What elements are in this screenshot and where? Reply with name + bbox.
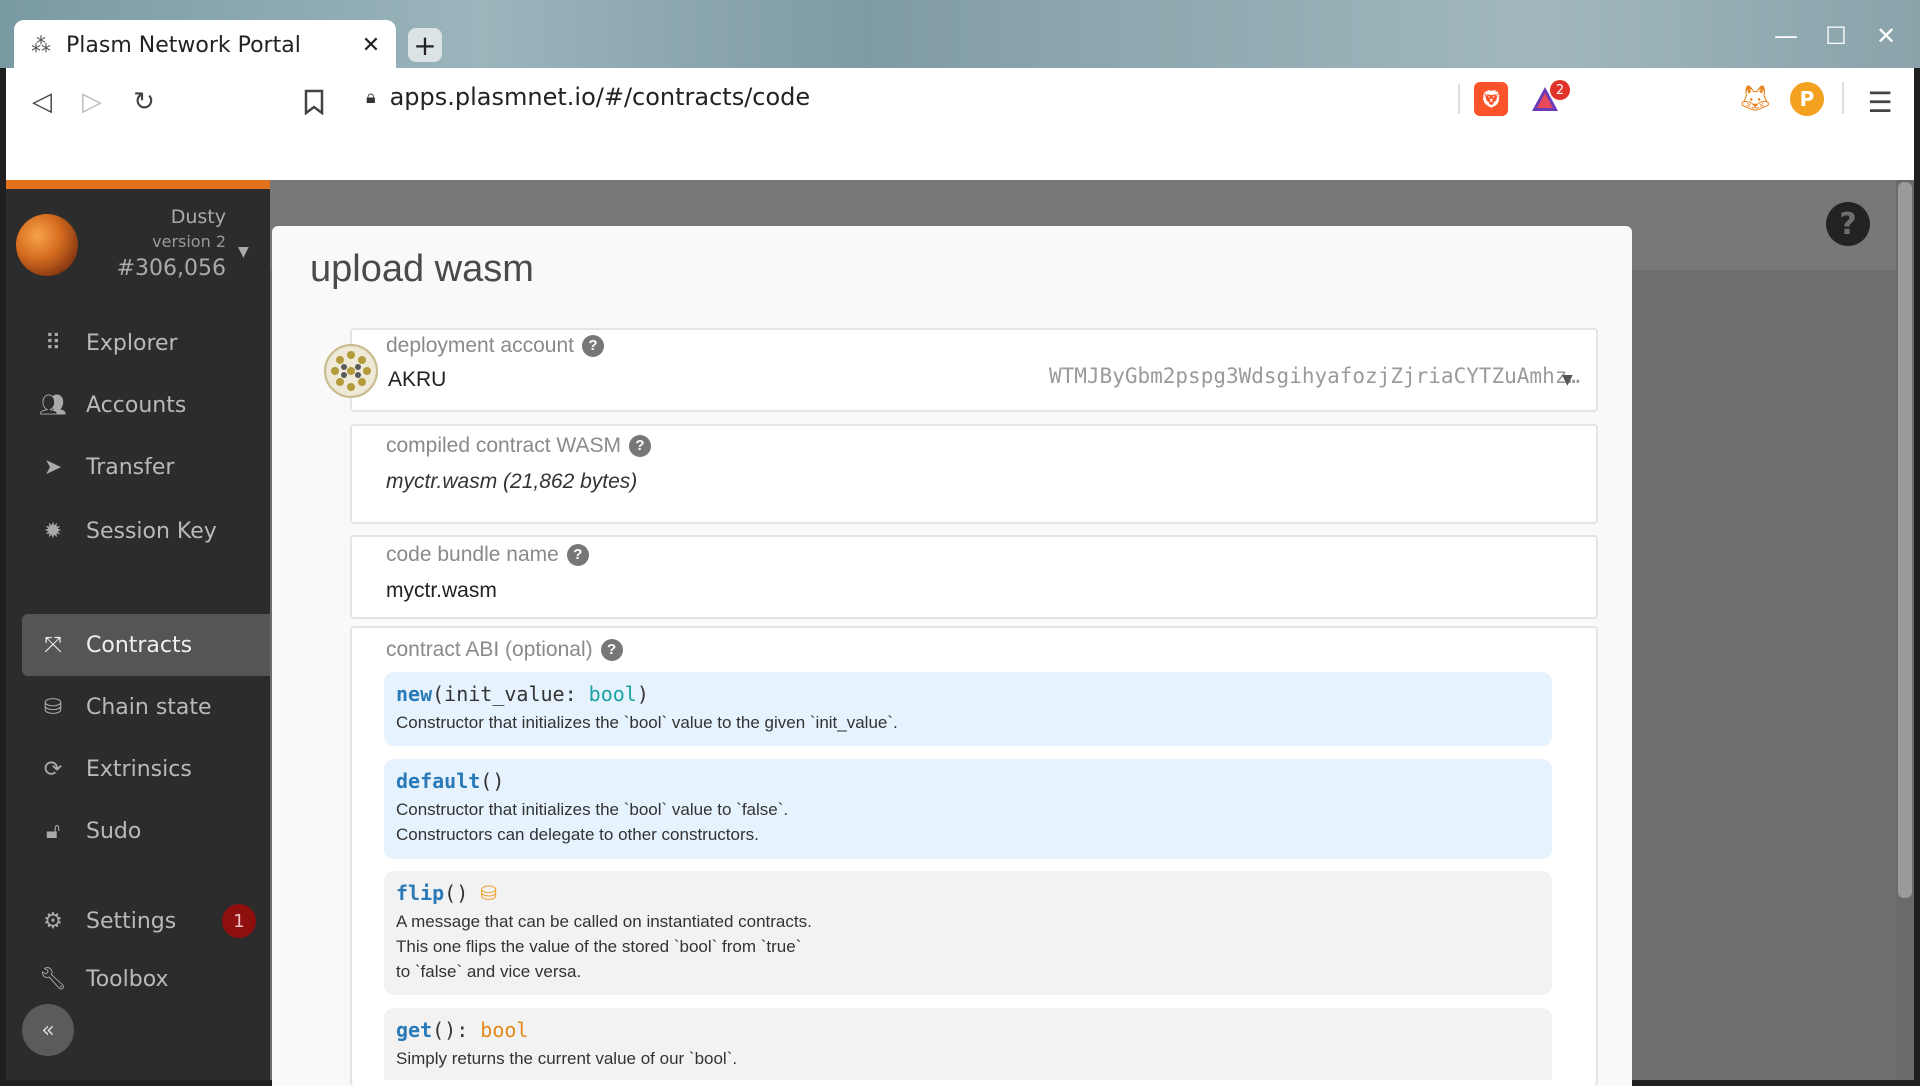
sidebar-item-explorer[interactable]: ⠿ Explorer xyxy=(22,312,270,374)
forward-icon[interactable]: ▷ xyxy=(72,82,112,122)
url-divider xyxy=(1458,84,1460,114)
sidebar-accent-bar xyxy=(6,180,270,189)
modal-title: upload wasm xyxy=(310,248,534,290)
wasm-field-label: compiled contract WASM xyxy=(386,434,621,457)
wasm-file-value: myctr.wasm (21,862 bytes) xyxy=(386,470,638,493)
lock-icon: 🔒︎ xyxy=(366,86,376,108)
help-icon[interactable]: ? xyxy=(1826,202,1870,246)
browser-tab[interactable]: ⁂ Plasm Network Portal ✕ xyxy=(14,20,396,70)
minimize-icon[interactable]: — xyxy=(1766,18,1806,54)
abi-fn-name: default xyxy=(396,769,481,793)
mutating-database-icon: ⛁ xyxy=(480,881,498,905)
deployment-account-label: deployment account xyxy=(386,334,574,357)
sidebar-item-contracts[interactable]: ⤧ Contracts xyxy=(22,614,270,676)
abi-message-get: get(): bool Simply returns the current v… xyxy=(384,1008,1552,1080)
chain-name[interactable]: Dusty xyxy=(171,206,226,228)
sync-icon: ⟳ xyxy=(43,756,63,782)
wrench-icon: 🔧︎ xyxy=(39,967,67,992)
abi-field-label: contract ABI (optional) xyxy=(386,638,593,661)
database-icon: ⛁ xyxy=(43,694,63,720)
back-icon[interactable]: ◁ xyxy=(22,82,62,122)
abi-doc-line: Simply returns the current value of our … xyxy=(396,1049,738,1068)
scrollbar-thumb[interactable] xyxy=(1898,182,1912,898)
abi-constructor-new: new(init_value: bool) Constructor that i… xyxy=(384,672,1552,746)
toolbar-divider xyxy=(1842,82,1844,114)
abi-doc-line: Constructors can delegate to other const… xyxy=(396,825,759,844)
account-address: WTMJByGbm2pspg3WdsgihyafozjZjriaCYTZuAmh… xyxy=(1048,364,1580,388)
abi-fn-name: flip xyxy=(396,881,445,905)
close-window-icon[interactable]: ✕ xyxy=(1866,18,1906,54)
gear-icon: ✹ xyxy=(43,518,63,544)
maximize-icon[interactable]: ☐ xyxy=(1816,18,1856,54)
abi-fn-args: () xyxy=(480,769,505,793)
sidebar-item-sudo[interactable]: 🔓︎ Sudo xyxy=(22,800,270,862)
abi-doc-line: Constructor that initializes the `bool` … xyxy=(396,713,898,732)
send-icon: ➤ xyxy=(43,454,63,480)
settings-notification-badge: 1 xyxy=(222,904,256,938)
brave-shield-icon[interactable]: 🦁︎ xyxy=(1474,82,1508,116)
sidebar-item-chain-state[interactable]: ⛁ Chain state xyxy=(22,676,270,738)
explorer-icon: ⠿ xyxy=(44,330,62,356)
help-circle-icon[interactable]: ? xyxy=(600,638,623,661)
chain-block-number: #306,056 xyxy=(116,256,226,281)
chain-dropdown-icon[interactable]: ▼ xyxy=(238,244,249,260)
polkadot-favicon-icon: ⁂ xyxy=(31,33,51,57)
abi-message-flip: flip() ⛁ A message that can be called on … xyxy=(384,871,1552,995)
code-bundle-name-input[interactable]: code bundle name? myctr.wasm xyxy=(350,535,1598,619)
chain-version: version 2 xyxy=(152,232,226,251)
close-tab-icon[interactable]: ✕ xyxy=(356,30,386,60)
abi-arg-type: bool xyxy=(588,682,637,706)
dropdown-caret-icon[interactable]: ▼ xyxy=(1562,372,1573,388)
sidebar-item-extrinsics[interactable]: ⟳ Extrinsics xyxy=(22,738,270,800)
sidebar-item-transfer[interactable]: ➤ Transfer xyxy=(22,436,270,498)
metamask-fox-icon[interactable]: 🦊︎ xyxy=(1738,82,1772,116)
abi-doc-line: A message that can be called on instanti… xyxy=(396,912,812,931)
abi-doc-line: to `false` and vice versa. xyxy=(396,962,582,981)
reload-icon[interactable]: ↻ xyxy=(124,82,164,122)
account-name: AKRU xyxy=(388,368,447,391)
bundle-name-value: myctr.wasm xyxy=(386,579,497,602)
abi-fn-name: new xyxy=(396,682,433,706)
polkadot-extension-icon[interactable]: P xyxy=(1790,82,1824,116)
abi-doc-line: Constructor that initializes the `bool` … xyxy=(396,800,789,819)
chain-logo[interactable] xyxy=(16,214,78,276)
compress-icon: ⤧ xyxy=(44,632,62,658)
cogs-icon: ⚙ xyxy=(43,908,63,934)
help-circle-icon[interactable]: ? xyxy=(628,434,651,457)
unlock-icon: 🔓︎ xyxy=(45,818,61,844)
rewards-badge: 2 xyxy=(1550,80,1570,100)
abi-fn-name: get xyxy=(396,1018,433,1042)
tab-title: Plasm Network Portal xyxy=(66,32,301,58)
help-circle-icon[interactable]: ? xyxy=(566,543,589,566)
address-bar[interactable]: 🔒︎ apps.plasmnet.io/#/contracts/code xyxy=(350,74,1572,120)
menu-icon[interactable]: ☰ xyxy=(1860,82,1900,122)
abi-fn-args: (init_value: xyxy=(432,682,589,706)
sidebar-item-session-key[interactable]: ✹ Session Key xyxy=(22,500,270,562)
users-icon: 👥︎ xyxy=(39,392,67,418)
sidebar-item-accounts[interactable]: 👥︎ Accounts xyxy=(22,374,270,436)
abi-fn-args: (): xyxy=(432,1018,481,1042)
collapse-sidebar-button[interactable]: « xyxy=(22,1004,74,1056)
bundle-name-label: code bundle name xyxy=(386,543,559,566)
abi-fn-close: ) xyxy=(636,682,649,706)
account-identicon xyxy=(324,344,378,398)
sidebar-item-toolbox[interactable]: 🔧︎ Toolbox xyxy=(22,952,270,992)
url-text: apps.plasmnet.io/#/contracts/code xyxy=(389,83,811,111)
abi-return-type: bool xyxy=(480,1018,529,1042)
bookmark-icon[interactable] xyxy=(294,82,334,122)
help-circle-icon[interactable]: ? xyxy=(581,334,604,357)
abi-doc-line: This one flips the value of the stored `… xyxy=(396,937,802,956)
new-tab-button[interactable]: + xyxy=(408,28,442,62)
wasm-file-field[interactable]: compiled contract WASM? myctr.wasm (21,8… xyxy=(350,424,1598,524)
abi-fn-args: () xyxy=(444,881,469,905)
abi-constructor-default: default() Constructor that initializes t… xyxy=(384,759,1552,859)
